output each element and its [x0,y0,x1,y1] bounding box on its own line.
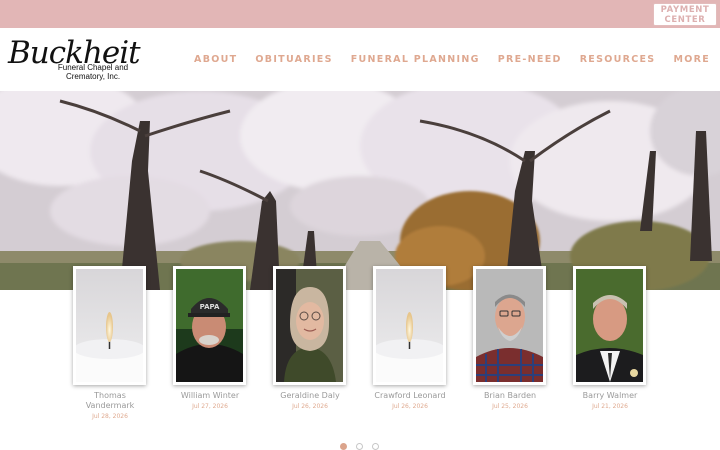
obituary-name-link[interactable]: Thomas Vandermark [60,391,160,411]
logo-subtitle-line2: Crematory, Inc. [65,71,121,81]
obituary-name-line1: Barry Walmer [582,391,638,400]
portrait-photo: PAPA [176,269,243,382]
obituary-name-link[interactable]: William Winter [160,391,260,401]
obituary-card-william-winter[interactable]: PAPA [173,266,246,385]
portrait-photo [276,269,343,382]
obituary-name-link[interactable]: Brian Barden [460,391,560,401]
obituary-name-link[interactable]: Crawford Leonard [360,391,460,401]
nav-pre-need[interactable]: PRE-NEED [498,54,562,65]
logo-subtitle: Funeral Chapel and Crematory, Inc. [53,63,133,81]
obituary-card-thomas-vandermark[interactable] [73,266,146,385]
nav-funeral-planning[interactable]: FUNERAL PLANNING [351,54,480,65]
obituary-card-barry-walmer[interactable] [573,266,646,385]
obituary-date: Jul 28, 2026 [92,413,128,420]
site-header: Buckheit Funeral Chapel and Crematory, I… [0,28,720,91]
obituary-name-line1: William Winter [180,391,240,400]
payment-center-label-line2: CENTER [664,15,706,25]
nav-resources[interactable]: RESOURCES [580,54,656,65]
obituary-name-line1: Thomas [94,391,126,400]
obituary-name-link[interactable]: Barry Walmer [560,391,660,401]
obituary-name-line1: Brian Barden [483,391,537,400]
obituary-name-link[interactable]: Geraldine Daly [260,391,360,401]
carousel-dot-1[interactable] [340,443,347,450]
carousel-dot-3[interactable] [372,443,379,450]
obituary-card-brian-barden[interactable] [473,266,546,385]
carousel-pagination [340,443,379,450]
carousel-dot-2[interactable] [356,443,363,450]
obituary-date: Jul 26, 2026 [392,403,428,410]
nav-about[interactable]: ABOUT [194,54,237,65]
nav-obituaries[interactable]: OBITUARIES [255,54,332,65]
obituary-name-line2: Vandermark [85,401,135,410]
candle-photo [76,269,143,382]
obituary-date: Jul 26, 2026 [292,403,328,410]
site-logo[interactable]: Buckheit Funeral Chapel and Crematory, I… [8,36,141,84]
hero-illustration [0,91,720,290]
obituary-date: Jul 25, 2026 [492,403,528,410]
main-nav: ABOUT OBITUARIES FUNERAL PLANNING PRE-NE… [194,28,710,91]
obituary-name-line1: Crawford Leonard [374,391,446,400]
candle-photo [376,269,443,382]
obituary-date: Jul 21, 2026 [592,403,628,410]
obituary-card-geraldine-daly[interactable] [273,266,346,385]
obituary-date: Jul 27, 2026 [192,403,228,410]
payment-center-button[interactable]: PAYMENT CENTER [653,3,717,26]
svg-text:PAPA: PAPA [200,303,220,311]
payment-center-label-line1: PAYMENT [660,5,710,15]
obituary-card-crawford-leonard[interactable] [373,266,446,385]
top-bar: PAYMENT CENTER [0,0,720,28]
portrait-photo [576,269,643,382]
portrait-photo [476,269,543,382]
nav-more[interactable]: MORE [673,54,710,65]
obituary-name-line1: Geraldine Daly [280,391,340,400]
hero-cherry-blossom-image [0,91,720,290]
